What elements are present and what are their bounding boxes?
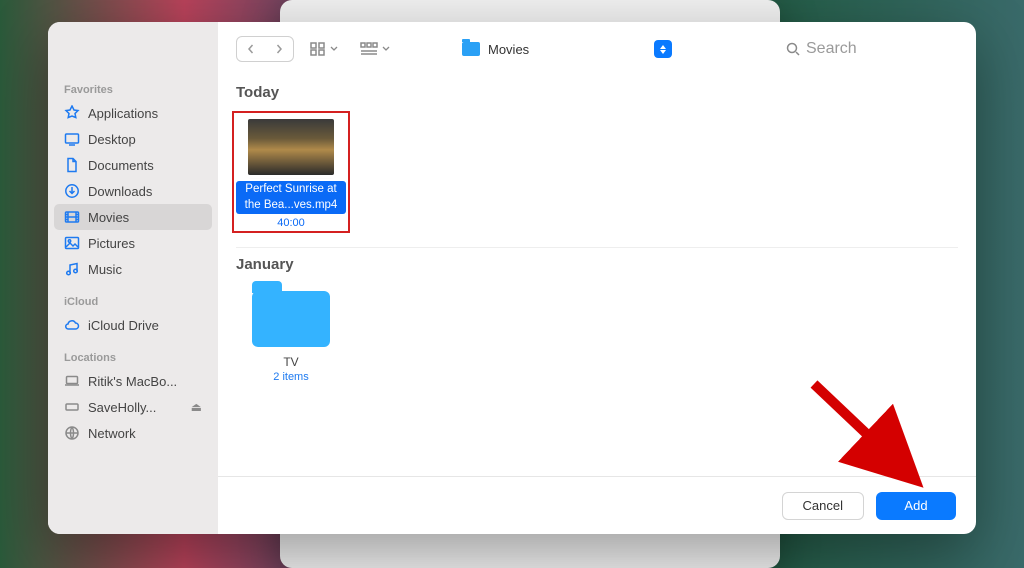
drive-icon xyxy=(64,399,80,415)
view-mode-button[interactable] xyxy=(304,40,344,58)
folder-tile[interactable]: TV 2 items xyxy=(236,283,346,383)
search-placeholder: Search xyxy=(806,40,857,58)
location-dropdown[interactable]: Movies xyxy=(456,36,676,62)
sidebar-item-macbook[interactable]: Ritik's MacBo... xyxy=(48,368,218,394)
sidebar-item-label: Downloads xyxy=(88,184,202,199)
sidebar-item-label: Music xyxy=(88,262,202,277)
sidebar-item-icloud-drive[interactable]: iCloud Drive xyxy=(48,312,218,338)
sidebar-item-documents[interactable]: Documents xyxy=(48,152,218,178)
sidebar-item-label: iCloud Drive xyxy=(88,318,202,333)
network-icon xyxy=(64,425,80,441)
location-label: Movies xyxy=(488,42,529,57)
laptop-icon xyxy=(64,373,80,389)
sidebar-item-label: Network xyxy=(88,426,202,441)
sidebar-item-label: Documents xyxy=(88,158,202,173)
search-icon xyxy=(786,42,800,56)
file-grid-row: TV 2 items xyxy=(236,279,958,397)
section-heading-today: Today xyxy=(236,76,958,107)
back-button[interactable] xyxy=(237,37,265,61)
cancel-button[interactable]: Cancel xyxy=(782,492,864,520)
video-thumbnail xyxy=(248,119,334,175)
add-button[interactable]: Add xyxy=(876,492,956,520)
updown-arrows-icon xyxy=(654,40,672,58)
group-mode-button[interactable] xyxy=(354,40,396,58)
eject-icon[interactable]: ⏏ xyxy=(191,400,202,414)
sidebar-heading-locations: Locations xyxy=(48,348,218,368)
file-browser-content: Today Perfect Sunrise at the Bea...ves.m… xyxy=(218,76,976,476)
cancel-button-label: Cancel xyxy=(803,498,843,513)
documents-icon xyxy=(64,157,80,173)
sidebar-heading-favorites: Favorites xyxy=(48,80,218,100)
file-tile[interactable]: Perfect Sunrise at the Bea...ves.mp4 40:… xyxy=(236,119,346,229)
annotation-highlight: Perfect Sunrise at the Bea...ves.mp4 40:… xyxy=(232,111,350,233)
sidebar-heading-icloud: iCloud xyxy=(48,292,218,312)
chevron-down-icon xyxy=(330,46,338,52)
forward-button[interactable] xyxy=(265,37,293,61)
main-pane: Movies Search Today Perfect Sunrise at t… xyxy=(218,22,976,534)
sidebar-item-label: SaveHolly... xyxy=(88,400,183,415)
sidebar-item-pictures[interactable]: Pictures xyxy=(48,230,218,256)
sidebar-item-network[interactable]: Network xyxy=(48,420,218,446)
applications-icon xyxy=(64,105,80,121)
pictures-icon xyxy=(64,235,80,251)
section-heading-january: January xyxy=(236,248,958,279)
desktop-icon xyxy=(64,131,80,147)
file-name: Perfect Sunrise at the Bea...ves.mp4 xyxy=(236,181,346,214)
folder-icon xyxy=(462,42,480,56)
sidebar-item-saveholly[interactable]: SaveHolly... ⏏ xyxy=(48,394,218,420)
add-button-label: Add xyxy=(904,498,927,513)
toolbar: Movies Search xyxy=(218,22,976,76)
sidebar-item-applications[interactable]: Applications xyxy=(48,100,218,126)
sidebar-item-desktop[interactable]: Desktop xyxy=(48,126,218,152)
sidebar-item-downloads[interactable]: Downloads xyxy=(48,178,218,204)
folder-name: TV xyxy=(236,355,346,369)
file-grid-row: Perfect Sunrise at the Bea...ves.mp4 40:… xyxy=(236,107,958,248)
sidebar-item-label: Movies xyxy=(88,210,202,225)
chevron-down-icon xyxy=(382,46,390,52)
sidebar-item-label: Ritik's MacBo... xyxy=(88,374,202,389)
downloads-icon xyxy=(64,183,80,199)
search-field[interactable]: Search xyxy=(778,36,958,62)
dialog-footer: Cancel Add xyxy=(218,476,976,534)
sidebar-item-label: Desktop xyxy=(88,132,202,147)
movies-icon xyxy=(64,209,80,225)
folder-icon xyxy=(252,291,330,347)
folder-item-count: 2 items xyxy=(236,371,346,383)
sidebar: Favorites Applications Desktop Documents… xyxy=(48,22,218,534)
sidebar-item-label: Pictures xyxy=(88,236,202,251)
nav-buttons xyxy=(236,36,294,62)
sidebar-item-music[interactable]: Music xyxy=(48,256,218,282)
file-duration: 40:00 xyxy=(236,217,346,229)
sidebar-item-movies[interactable]: Movies xyxy=(54,204,212,230)
music-icon xyxy=(64,261,80,277)
sidebar-item-label: Applications xyxy=(88,106,202,121)
file-open-dialog: Favorites Applications Desktop Documents… xyxy=(48,22,976,534)
cloud-icon xyxy=(64,317,80,333)
